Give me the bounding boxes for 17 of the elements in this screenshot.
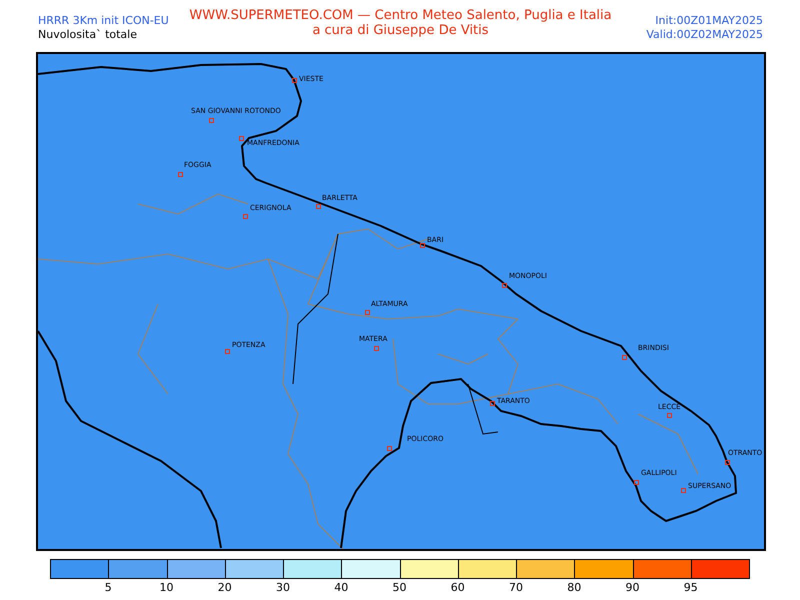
- init-time: Init:00Z01MAY2025: [655, 14, 763, 28]
- scale-label: 95: [684, 581, 698, 594]
- scale-label: 30: [276, 581, 290, 594]
- scale-label: 10: [160, 581, 174, 594]
- scale-label: 50: [392, 581, 406, 594]
- scale-label: 40: [334, 581, 348, 594]
- valid-time: Valid:00Z02MAY2025: [646, 28, 763, 42]
- scale-label: 20: [218, 581, 232, 594]
- scale-label: 60: [450, 581, 465, 594]
- site-subtitle: a cura di Giuseppe De Vitis: [312, 23, 489, 38]
- field-label: Nuvolosita` totale: [38, 28, 138, 42]
- scale-label: 5: [104, 581, 112, 594]
- scale-label: 80: [567, 581, 582, 594]
- scale-label: 90: [626, 581, 640, 594]
- site-title: WWW.SUPERMETEO.COM — Centro Meteo Salento, Puglia e Italia: [189, 8, 612, 23]
- model-label: HRRR 3Km init ICON-EU: [38, 14, 170, 28]
- scale-label: 70: [509, 581, 523, 594]
